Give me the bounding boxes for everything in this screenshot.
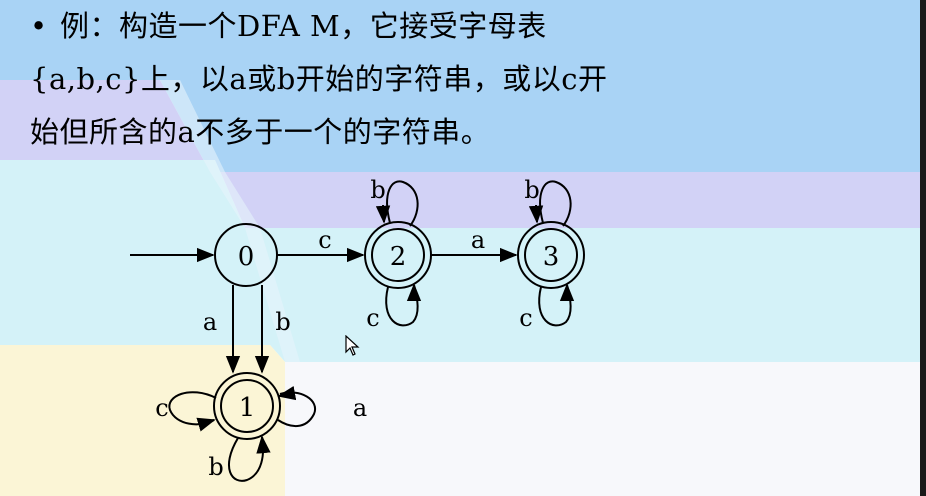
slide: • 例：构造一个DFA M，它接受字母表 {a,b,c}上，以a或b开始的字符串，… [0, 0, 926, 496]
loop-2-c-label: c [366, 304, 379, 332]
loop-3-b [539, 180, 572, 227]
state-3-label: 3 [543, 242, 560, 272]
edge-2-3-label: a [471, 226, 485, 254]
loop-1-b-arrow [256, 435, 271, 454]
loop-3-c [538, 284, 572, 327]
loop-1-a [277, 391, 317, 427]
loop-2-b-arrow [375, 204, 391, 224]
state-2-label: 2 [390, 242, 407, 272]
dfa-diagram: 0 2 3 1 c a b c b c a b c a b [130, 176, 585, 482]
state-3: 3 [517, 221, 585, 289]
state-0-label: 0 [238, 242, 255, 272]
edge-0-1-a-label: a [203, 308, 217, 336]
mouse-pointer-icon [345, 335, 360, 356]
loop-1-c-label: c [155, 394, 168, 422]
loop-3-b-arrow [528, 204, 544, 224]
loop-1-c [168, 391, 217, 426]
loop-1-a-label: a [353, 394, 367, 422]
loop-1-b [228, 436, 265, 482]
edge-0-2-label: c [318, 226, 331, 254]
loop-3-c-label: c [519, 304, 532, 332]
state-0: 0 [214, 223, 278, 287]
loop-2-b [386, 180, 419, 227]
state-1: 1 [213, 372, 281, 440]
state-1-label: 1 [239, 393, 256, 423]
loop-1-b-label: b [208, 453, 223, 481]
edge-0-1-b-label: b [275, 308, 290, 336]
loop-2-b-label: b [370, 176, 385, 204]
state-2: 2 [364, 221, 432, 289]
loop-3-b-label: b [524, 176, 539, 204]
loop-2-c [385, 284, 419, 327]
